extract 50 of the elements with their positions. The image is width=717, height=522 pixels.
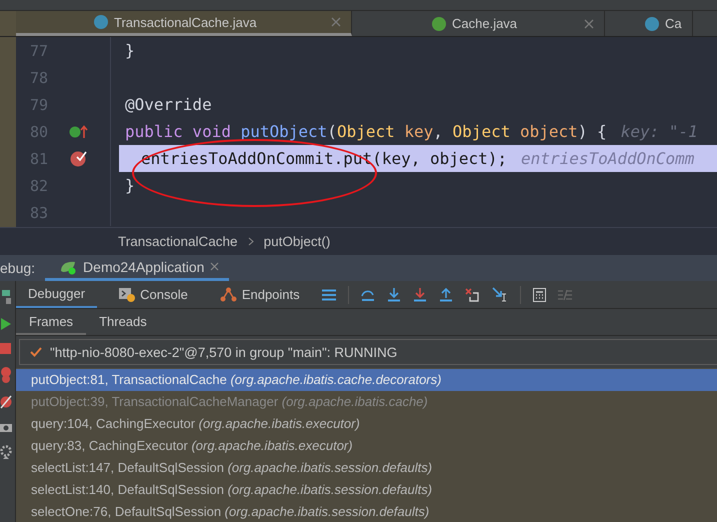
- check-icon: [30, 347, 42, 357]
- implements-icon[interactable]: [69, 124, 89, 140]
- file-icon: [432, 16, 446, 30]
- endpoints-icon: [220, 287, 237, 302]
- debugger-tab[interactable]: Console: [109, 281, 198, 308]
- inline-value-hint: key: "-1: [620, 122, 698, 141]
- stack-frame[interactable]: query:83, CachingExecutor (org.apache.ibatis.executor): [16, 435, 717, 457]
- chevron-icon: [248, 237, 254, 246]
- code-line: }: [125, 41, 135, 60]
- thread-dropdown[interactable]: "http-nio-8080-exec-2"@7,570 in group "main": RUNNING: [19, 339, 717, 365]
- code-line: @Override: [125, 95, 212, 114]
- step-out-icon[interactable]: [438, 288, 453, 302]
- frames-tab[interactable]: Frames: [16, 309, 86, 335]
- close-icon[interactable]: [584, 18, 594, 28]
- stack-frame[interactable]: selectList:147, DefaultSqlSession (org.apache.ibatis.session.defaults): [16, 457, 717, 479]
- breadcrumb-item[interactable]: TransactionalCache: [118, 234, 238, 249]
- stack-frame[interactable]: putObject:81, TransactionalCache (org.apache.ibatis.cache.decorators): [16, 369, 717, 391]
- debugger-tab[interactable]: Endpoints: [210, 281, 310, 308]
- breakpoints-icon[interactable]: [0, 367, 12, 383]
- stack-frame[interactable]: selectOne:76, DefaultSqlSession (org.apache.ibatis.session.defaults): [16, 501, 717, 522]
- frames-tab[interactable]: Threads: [86, 309, 160, 335]
- drop-frame-icon[interactable]: [464, 288, 480, 302]
- close-icon[interactable]: [210, 262, 220, 271]
- debug-label: ebug:: [0, 260, 36, 276]
- debugger-tab[interactable]: Debugger: [16, 281, 98, 308]
- force-step-into-icon[interactable]: [412, 288, 427, 302]
- code-line: public void putObject(Object key, Object object) {: [125, 122, 607, 141]
- step-into-icon[interactable]: [386, 288, 401, 302]
- editor-tab[interactable]: Cache.java: [352, 11, 605, 36]
- resume-icon[interactable]: [0, 317, 12, 331]
- file-icon: [94, 15, 108, 29]
- camera-icon[interactable]: [0, 421, 12, 433]
- layout-icon[interactable]: [322, 288, 336, 300]
- breakpoint-icon[interactable]: [70, 150, 88, 167]
- calculator-icon[interactable]: [532, 288, 546, 302]
- step-over-icon[interactable]: [360, 288, 375, 302]
- editor-tab[interactable]: Ca: [605, 11, 693, 36]
- mute-breakpoints-icon[interactable]: [0, 395, 12, 409]
- run-to-cursor-icon[interactable]: [492, 287, 508, 302]
- settings-icon[interactable]: [0, 445, 12, 459]
- close-icon[interactable]: [331, 17, 341, 27]
- console-icon: [119, 288, 136, 302]
- file-icon: [645, 16, 659, 30]
- breadcrumb-item[interactable]: putObject(): [264, 234, 330, 249]
- stop-icon[interactable]: [0, 343, 12, 355]
- stack-frame[interactable]: query:104, CachingExecutor (org.apache.ibatis.executor): [16, 413, 717, 435]
- editor-tab[interactable]: TransactionalCache.java: [16, 11, 352, 36]
- stack-frame[interactable]: selectList:140, DefaultSqlSession (org.apache.ibatis.session.defaults): [16, 479, 717, 501]
- inline-value-hint: entriesToAddOnComm: [521, 149, 694, 168]
- code-line: }: [125, 176, 135, 195]
